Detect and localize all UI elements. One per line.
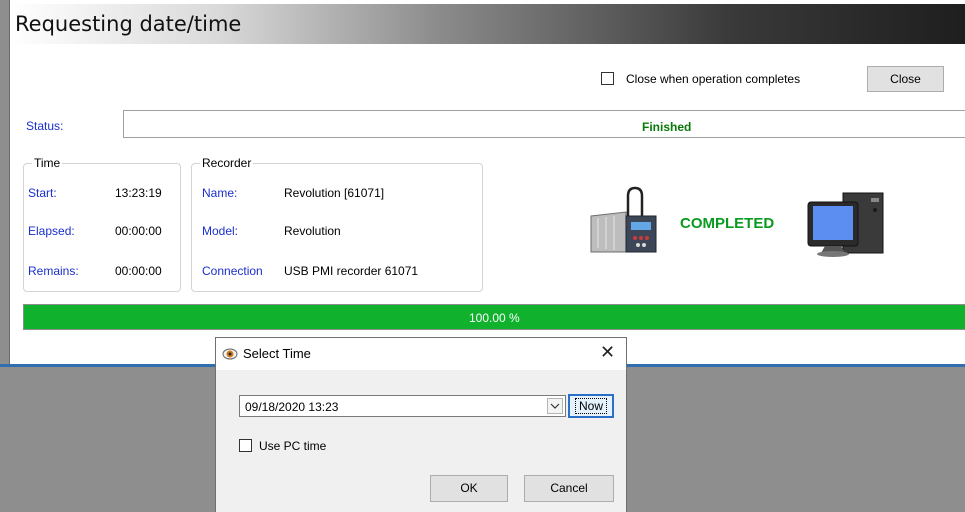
datetime-value: 09/18/2020 13:23 bbox=[245, 400, 339, 414]
close-button[interactable]: Close bbox=[867, 66, 944, 92]
use-pc-time-checkbox[interactable] bbox=[239, 439, 252, 452]
window-title: Requesting date/time bbox=[15, 12, 242, 36]
recorder-group: Recorder Name: Revolution [61071] Model:… bbox=[191, 156, 483, 292]
recorder-group-title: Recorder bbox=[200, 156, 254, 170]
name-value: Revolution [61071] bbox=[284, 186, 385, 200]
ok-button[interactable]: OK bbox=[430, 475, 508, 502]
now-button[interactable]: Now bbox=[568, 394, 614, 418]
use-pc-time-label: Use PC time bbox=[259, 439, 327, 453]
close-when-done-checkbox[interactable] bbox=[601, 72, 614, 85]
status-label: Status: bbox=[26, 119, 64, 133]
elapsed-value: 00:00:00 bbox=[115, 224, 162, 238]
start-label: Start: bbox=[28, 186, 57, 200]
chevron-down-icon[interactable] bbox=[547, 398, 563, 414]
recorder-device-icon bbox=[590, 186, 657, 253]
computer-icon bbox=[807, 192, 884, 257]
connection-label: Connection bbox=[202, 264, 263, 278]
completed-text: COMPLETED bbox=[680, 215, 775, 232]
name-label: Name: bbox=[202, 186, 238, 200]
model-value: Revolution bbox=[284, 224, 341, 238]
select-time-dialog: Select Time ✕ 09/18/2020 13:23 Now Use P… bbox=[215, 337, 627, 512]
app-eye-icon bbox=[222, 348, 238, 360]
connection-value: USB PMI recorder 61071 bbox=[284, 264, 419, 278]
progress-text: 100.00 % bbox=[469, 311, 520, 325]
remains-label: Remains: bbox=[28, 264, 79, 278]
cancel-button[interactable]: Cancel bbox=[524, 475, 614, 502]
status-field: Finished bbox=[123, 110, 965, 138]
datetime-picker[interactable]: 09/18/2020 13:23 bbox=[239, 395, 566, 417]
remains-value: 00:00:00 bbox=[115, 264, 162, 278]
dialog-titlebar[interactable]: Select Time ✕ bbox=[216, 338, 626, 370]
time-group: Time Start: 13:23:19 Elapsed: 00:00:00 R… bbox=[23, 156, 181, 292]
close-icon[interactable]: ✕ bbox=[600, 342, 615, 363]
start-value: 13:23:19 bbox=[115, 186, 162, 200]
close-when-done-label: Close when operation completes bbox=[626, 72, 801, 86]
requesting-datetime-window: Requesting date/time Close when operatio… bbox=[9, 0, 965, 366]
dialog-title: Select Time bbox=[243, 346, 311, 361]
time-group-title: Time bbox=[32, 156, 63, 170]
elapsed-label: Elapsed: bbox=[28, 224, 75, 238]
model-label: Model: bbox=[202, 224, 239, 238]
now-button-label: Now bbox=[574, 398, 607, 414]
window-titlebar[interactable]: Requesting date/time bbox=[10, 4, 965, 44]
progress-bar: 100.00 % bbox=[23, 304, 965, 330]
status-value: Finished bbox=[642, 120, 692, 134]
